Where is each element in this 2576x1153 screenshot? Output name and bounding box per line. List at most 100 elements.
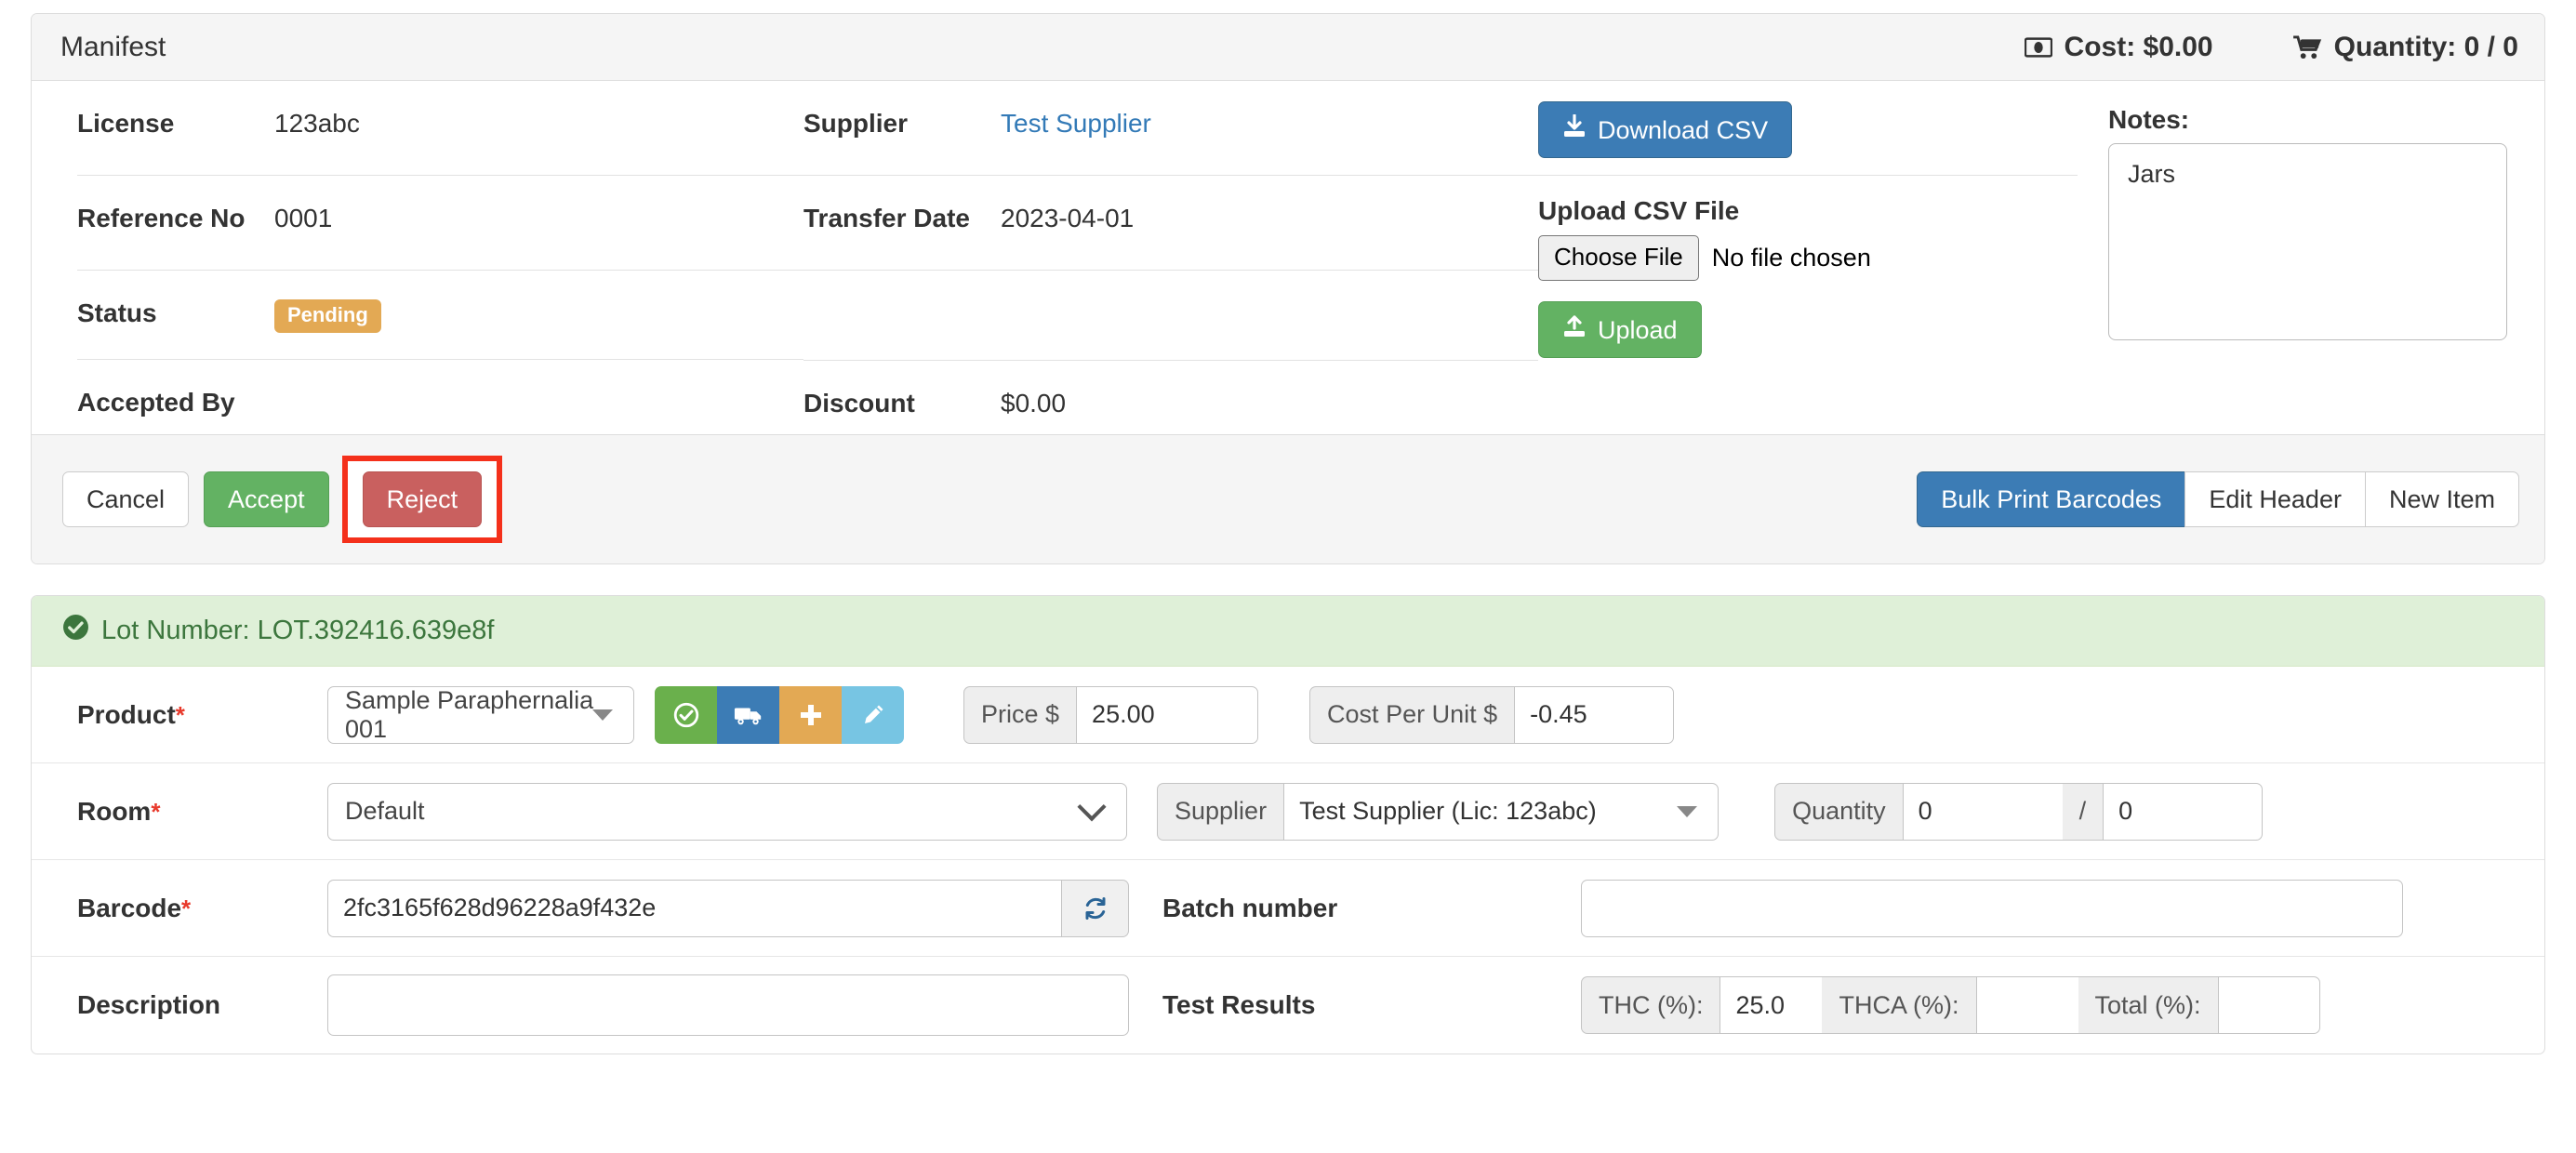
supplier-link[interactable]: Test Supplier bbox=[1001, 109, 1151, 138]
cancel-button[interactable]: Cancel bbox=[62, 471, 190, 528]
upload-label: Upload bbox=[1598, 315, 1678, 344]
room-row: Room* Default Supplier Test Supplier (Li… bbox=[32, 763, 2544, 861]
reject-highlight-box: Reject bbox=[341, 456, 503, 544]
edit-icon-button[interactable] bbox=[842, 685, 904, 744]
reference-value: 0001 bbox=[274, 204, 333, 232]
lot-number-text: Lot Number: LOT.392416.639e8f bbox=[101, 616, 495, 646]
supplier-row: Supplier Test Supplier bbox=[803, 81, 1538, 176]
price-addon-label: Price $ bbox=[963, 685, 1077, 744]
cost-per-unit-input-group: Cost Per Unit $ -0.45 bbox=[1309, 685, 1675, 744]
manifest-header: Manifest Cost: $0.00 Quantity: 0 / 0 bbox=[32, 14, 2544, 81]
test-results-field: Test Results THC (%): 25.0 THCA (%): Tot… bbox=[1162, 976, 2320, 1035]
supplier-select[interactable]: Test Supplier (Lic: 123abc) bbox=[1283, 782, 1720, 841]
notes-textarea[interactable]: Jars bbox=[2108, 143, 2507, 340]
check-circle-icon bbox=[62, 614, 89, 648]
supplier-input-group: Supplier Test Supplier (Lic: 123abc) bbox=[1157, 782, 1720, 841]
batch-number-label: Batch number bbox=[1162, 893, 1338, 922]
thca-input[interactable] bbox=[1975, 976, 2078, 1035]
description-label: Description bbox=[77, 990, 221, 1020]
license-row: License 123abc bbox=[77, 81, 803, 176]
status-label: Status bbox=[77, 298, 157, 327]
add-icon-button[interactable] bbox=[779, 685, 842, 744]
edit-header-button[interactable]: Edit Header bbox=[2184, 471, 2366, 528]
mid-spacer-row bbox=[803, 271, 1538, 360]
manifest-left-column: License 123abc Reference No 0001 Status … bbox=[32, 81, 803, 434]
lot-header: Lot Number: LOT.392416.639e8f bbox=[32, 596, 2544, 668]
plus-icon bbox=[800, 704, 821, 725]
regenerate-barcode-button[interactable] bbox=[1062, 879, 1129, 937]
supplier-addon-label: Supplier bbox=[1157, 782, 1284, 841]
transfer-date-label: Transfer Date bbox=[803, 204, 970, 232]
license-label: License bbox=[77, 109, 175, 138]
room-label: Room* bbox=[77, 796, 161, 826]
manifest-body: License 123abc Reference No 0001 Status … bbox=[32, 81, 2544, 434]
product-select[interactable]: Sample Paraphernalia 001 bbox=[327, 685, 634, 744]
product-icon-buttons bbox=[655, 685, 904, 744]
upload-button[interactable]: Upload bbox=[1538, 301, 1702, 359]
total-label: Total (%): bbox=[2078, 976, 2218, 1035]
room-select[interactable]: Default bbox=[327, 782, 1127, 841]
manifest-primary-actions: Cancel Accept Reject bbox=[62, 456, 503, 544]
batch-number-input[interactable] bbox=[1581, 879, 2403, 937]
price-input-group: Price $ 25.00 bbox=[963, 685, 1259, 744]
license-value: 123abc bbox=[274, 109, 360, 138]
page-root: Manifest Cost: $0.00 Quantity: 0 / 0 Lic… bbox=[0, 0, 2576, 1055]
choose-file-button[interactable]: Choose File bbox=[1538, 235, 1699, 281]
test-results-input-group: THC (%): 25.0 THCA (%): Total (%): bbox=[1581, 976, 2320, 1035]
manifest-panel: Manifest Cost: $0.00 Quantity: 0 / 0 Lic… bbox=[31, 13, 2545, 565]
cost-per-unit-addon-label: Cost Per Unit $ bbox=[1309, 685, 1515, 744]
verify-icon-button[interactable] bbox=[655, 685, 717, 744]
quantity-available-input[interactable]: 0 bbox=[1902, 782, 2063, 841]
file-status-text: No file chosen bbox=[1711, 244, 1871, 272]
csv-column: Download CSV Upload CSV File Choose File… bbox=[1538, 81, 2078, 434]
bulk-print-barcodes-button[interactable]: Bulk Print Barcodes bbox=[1917, 471, 2186, 528]
accepted-by-row: Accepted By bbox=[77, 360, 803, 434]
quantity-total-input[interactable]: 0 bbox=[2103, 782, 2264, 841]
manifest-action-bar: Cancel Accept Reject Bulk Print Barcodes… bbox=[32, 434, 2544, 564]
notes-label: Notes: bbox=[2108, 105, 2190, 134]
file-input-line: Choose File No file chosen bbox=[1538, 235, 2078, 281]
accepted-by-label: Accepted By bbox=[77, 388, 235, 417]
upload-csv-row: Upload CSV File Choose File No file chos… bbox=[1538, 176, 2078, 362]
transfer-date-row: Transfer Date 2023-04-01 bbox=[803, 176, 1538, 271]
upload-icon bbox=[1562, 314, 1587, 345]
truck-icon bbox=[734, 708, 761, 725]
thc-label: THC (%): bbox=[1581, 976, 1720, 1035]
transfer-date-value: 2023-04-01 bbox=[1001, 204, 1135, 232]
download-csv-label: Download CSV bbox=[1598, 115, 1769, 144]
room-selected-value: Default bbox=[345, 797, 425, 826]
total-input[interactable] bbox=[2217, 976, 2320, 1035]
price-input[interactable]: 25.00 bbox=[1076, 685, 1259, 744]
description-input[interactable] bbox=[327, 974, 1129, 1037]
discount-row: Discount $0.00 bbox=[803, 360, 1538, 434]
reference-row: Reference No 0001 bbox=[77, 176, 803, 271]
cost-per-unit-input[interactable]: -0.45 bbox=[1514, 685, 1675, 744]
download-csv-button[interactable]: Download CSV bbox=[1538, 101, 1793, 159]
reference-label: Reference No bbox=[77, 204, 246, 232]
thc-input[interactable]: 25.0 bbox=[1720, 976, 1823, 1035]
barcode-button-group: Bulk Print Barcodes Edit Header New Item bbox=[1917, 471, 2519, 528]
reject-button[interactable]: Reject bbox=[362, 471, 483, 528]
required-asterisk: * bbox=[151, 797, 161, 826]
lot-panel: Lot Number: LOT.392416.639e8f Product* S… bbox=[31, 595, 2545, 1055]
product-selected-value: Sample Paraphernalia 001 bbox=[345, 685, 594, 743]
supplier-label: Supplier bbox=[803, 109, 909, 138]
product-row: Product* Sample Paraphernalia 001 Price … bbox=[32, 667, 2544, 764]
shipping-icon-button[interactable] bbox=[717, 685, 779, 744]
new-item-button[interactable]: New Item bbox=[2364, 471, 2519, 528]
required-asterisk: * bbox=[175, 700, 185, 729]
cost-value: Cost: $0.00 bbox=[2064, 31, 2213, 62]
notes-column: Notes: Jars bbox=[2078, 81, 2544, 434]
download-csv-row: Download CSV bbox=[1538, 81, 2078, 176]
discount-label: Discount bbox=[803, 389, 915, 417]
barcode-input-group: 2fc3165f628d96228a9f432e bbox=[327, 879, 1129, 937]
pencil-icon bbox=[864, 705, 883, 723]
description-row: Description Test Results THC (%): 25.0 T… bbox=[32, 957, 2544, 1054]
status-badge: Pending bbox=[274, 299, 381, 333]
accept-button[interactable]: Accept bbox=[204, 471, 329, 528]
check-circle-icon bbox=[673, 702, 698, 728]
barcode-input[interactable]: 2fc3165f628d96228a9f432e bbox=[327, 879, 1062, 937]
upload-csv-label: Upload CSV File bbox=[1538, 196, 1740, 225]
manifest-middle-column: Supplier Test Supplier Transfer Date 202… bbox=[803, 81, 1538, 434]
barcode-row: Barcode* 2fc3165f628d96228a9f432e Batch … bbox=[32, 860, 2544, 958]
